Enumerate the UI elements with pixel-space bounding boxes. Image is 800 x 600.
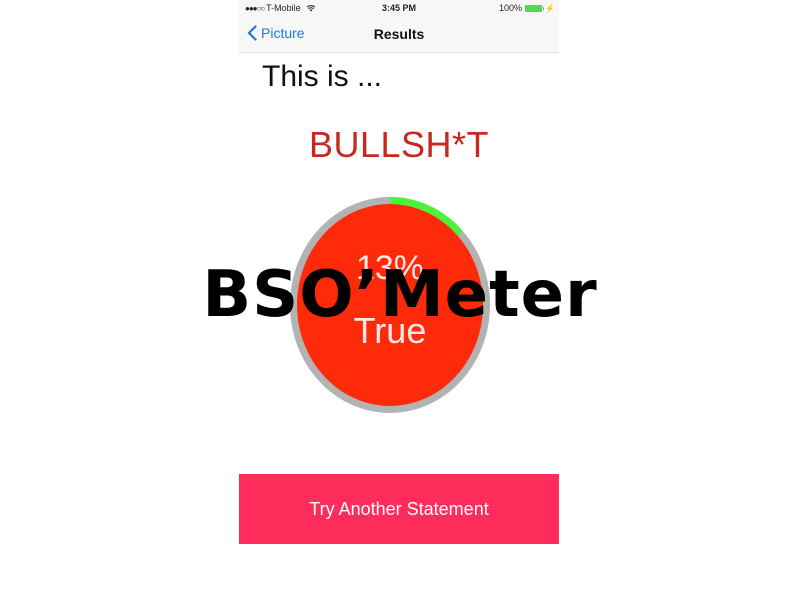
verdict-text: BULLSH*T xyxy=(308,124,490,165)
nav-title: Results xyxy=(373,26,425,42)
battery-icon xyxy=(525,4,545,12)
page: ●●●○○ T-Mobile 3:45 PM 100% ⚡ Picture Re… xyxy=(0,0,800,600)
status-bar: ●●●○○ T-Mobile 3:45 PM 100% ⚡ xyxy=(239,0,559,18)
intro-text: This is ... xyxy=(262,60,383,93)
charging-icon: ⚡ xyxy=(545,3,555,13)
navigation-bar: Picture Results xyxy=(239,18,559,53)
overlay-title: BSO’Meter xyxy=(202,258,598,332)
battery-percent: 100% xyxy=(499,3,523,13)
try-another-statement-button[interactable]: Try Another Statement xyxy=(239,474,559,544)
status-right: 100% ⚡ xyxy=(499,3,555,13)
